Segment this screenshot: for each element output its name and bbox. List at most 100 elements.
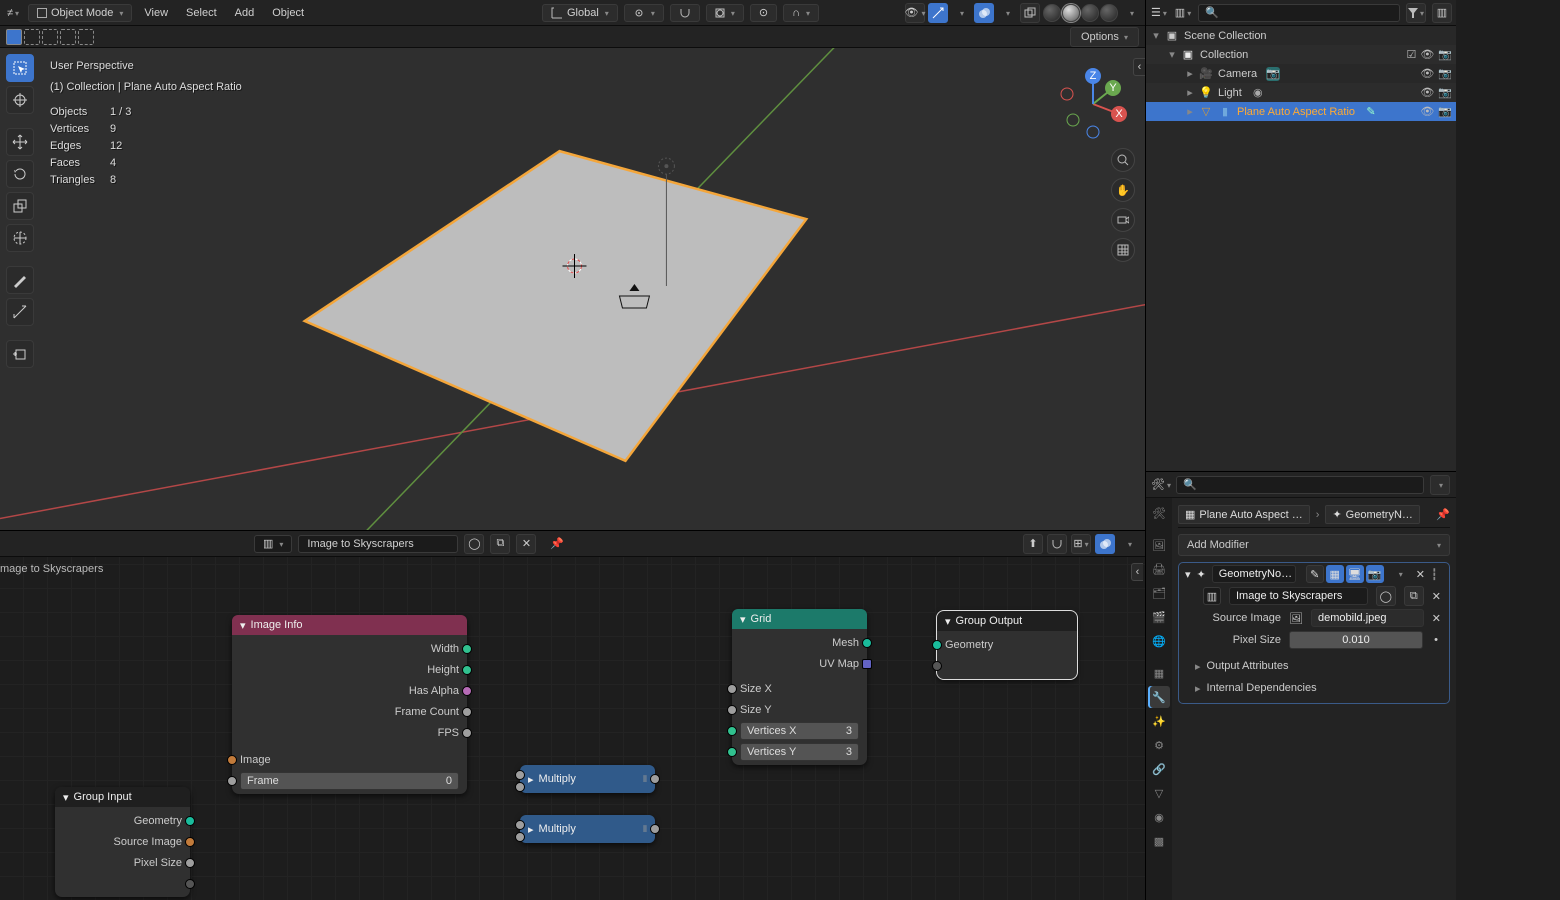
add-modifier-button[interactable]: Add Modifier (1178, 534, 1450, 556)
pixel-size-field[interactable]: 0.010 (1289, 631, 1423, 649)
tool-transform[interactable] (6, 224, 34, 252)
node-multiply-1[interactable]: ▸Multiply ⦀ (520, 765, 655, 793)
gizmo-toggle-icon[interactable] (928, 3, 948, 23)
tab-object[interactable]: ▦ (1148, 662, 1170, 684)
render-icon[interactable]: 📷 (1438, 105, 1452, 118)
unlink-icon[interactable]: ✕ (1432, 590, 1441, 603)
tab-physics[interactable]: ⚙ (1148, 734, 1170, 756)
menu-select[interactable]: Select (180, 7, 223, 19)
shade-rendered-icon[interactable] (1100, 4, 1118, 22)
node-overlays-icon[interactable] (1095, 534, 1115, 554)
node-multiply-2[interactable]: ▸Multiply ⦀ (520, 815, 655, 843)
tab-render[interactable]: 🖼 (1148, 534, 1170, 556)
editor-type-properties-icon[interactable]: 🛠 (1152, 476, 1170, 494)
3d-viewport[interactable]: User Perspective (1) Collection | Plane … (0, 48, 1145, 530)
shade-matprev-icon[interactable] (1081, 4, 1099, 22)
ol-plane[interactable]: ▸▽ ▮ Plane Auto Aspect Ratio ✎ 👁📷 (1146, 102, 1456, 121)
snap-toggle[interactable] (670, 4, 700, 22)
proportional-edit[interactable]: ⊙ (750, 4, 777, 22)
light-data-icon[interactable]: ◉ (1251, 86, 1265, 100)
eye-icon[interactable]: 👁 (1420, 86, 1434, 99)
camera-view-icon[interactable] (1111, 208, 1135, 232)
select-invert-btn[interactable] (42, 29, 58, 45)
ol-camera[interactable]: ▸🎥 Camera 📷 👁📷 (1146, 64, 1456, 83)
nav-gizmo[interactable]: X Y Z (1053, 64, 1133, 144)
shade-solid-icon[interactable] (1062, 4, 1080, 22)
source-image-field[interactable]: demobild.jpeg (1311, 609, 1424, 627)
outliner-search[interactable]: 🔍 (1198, 4, 1400, 22)
tab-modifiers[interactable]: 🔧 (1148, 686, 1170, 708)
overlays-menu-icon[interactable] (997, 3, 1017, 23)
menu-view[interactable]: View (138, 7, 174, 19)
node-parent-icon[interactable]: ⬆ (1023, 534, 1043, 554)
exclude-checkbox[interactable]: ☑ (1406, 48, 1416, 61)
shade-wire-icon[interactable] (1043, 4, 1061, 22)
nodegroup-picker[interactable]: ▥ (254, 535, 292, 553)
gn-data-icon[interactable]: ✎ (1364, 105, 1378, 119)
unlink-nodegroup-icon[interactable]: ✕ (516, 534, 536, 554)
editor-type-3dview-icon[interactable]: ≠ (4, 4, 22, 22)
tab-material[interactable]: ◉ (1148, 806, 1170, 828)
fake-user-icon[interactable]: ◯ (1376, 586, 1396, 606)
render-icon[interactable]: 📷 (1438, 67, 1452, 80)
transform-orientation[interactable]: Global (542, 4, 618, 22)
tab-particles[interactable]: ✨ (1148, 710, 1170, 732)
eye-icon[interactable]: 👁 (1420, 67, 1434, 80)
props-options-icon[interactable] (1430, 475, 1450, 495)
visibility-menu-icon[interactable]: 👁 (905, 3, 925, 23)
render-icon[interactable]: 📷 (1438, 86, 1452, 99)
zoom-icon[interactable] (1111, 148, 1135, 172)
outliner-newcol-icon[interactable]: ▥ (1432, 3, 1452, 23)
tool-scale[interactable] (6, 192, 34, 220)
tool-annotate[interactable] (6, 266, 34, 294)
output-attributes-section[interactable]: Output Attributes (1179, 655, 1449, 677)
frame-input[interactable]: Frame0 (240, 772, 459, 790)
node-snap-icon[interactable] (1047, 534, 1067, 554)
overlays-toggle-icon[interactable] (974, 3, 994, 23)
tool-measure[interactable] (6, 298, 34, 326)
dup-icon[interactable]: ⧉ (1404, 586, 1424, 606)
crumb-object[interactable]: ▦Plane Auto Aspect … (1178, 505, 1310, 524)
camera-data-icon[interactable]: 📷 (1266, 67, 1280, 81)
modifier-name-field[interactable]: GeometryNo… (1212, 565, 1296, 583)
node-image-info[interactable]: ▾Image Info Width Height Has Alpha Frame… (232, 615, 467, 794)
crumb-modifier[interactable]: ✦GeometryN… (1325, 505, 1419, 524)
tab-output[interactable]: 🖨 (1148, 558, 1170, 580)
eye-icon[interactable]: 👁 (1420, 48, 1434, 61)
menu-add[interactable]: Add (229, 7, 261, 19)
pin-icon[interactable]: 📌 (550, 537, 564, 550)
tab-world[interactable]: 🌐 (1148, 630, 1170, 652)
outliner-display-mode[interactable]: ▥ (1174, 4, 1192, 22)
select-subtract-btn[interactable] (78, 29, 94, 45)
outliner-tree[interactable]: ▾▣ Scene Collection ▾▣ Collection ☑👁📷 ▸🎥… (1146, 26, 1456, 471)
xray-icon[interactable] (1020, 3, 1040, 23)
select-all-btn[interactable] (6, 29, 22, 45)
editor-type-outliner-icon[interactable]: ☰ (1150, 4, 1168, 22)
render-icon[interactable]: 📷 (1438, 48, 1452, 61)
nodegroup-picker-icon[interactable]: ▥ (1203, 587, 1221, 605)
node-snap-menu[interactable]: ⊞ (1071, 534, 1091, 554)
selected-plane[interactable] (305, 151, 807, 461)
select-none-btn[interactable] (24, 29, 40, 45)
image-picker-icon[interactable]: 🖼 (1289, 611, 1303, 625)
node-grid[interactable]: ▾Grid Mesh UV Map Size X Size Y Vertices… (732, 609, 867, 765)
n-panel-toggle[interactable]: ‹ (1133, 58, 1145, 76)
outliner-filter-icon[interactable] (1406, 3, 1426, 23)
menu-object[interactable]: Object (266, 7, 310, 19)
nodegroup-name[interactable]: Image to Skyscrapers (298, 535, 458, 553)
clear-image-icon[interactable]: ✕ (1432, 612, 1441, 625)
properties-search[interactable]: 🔍 (1176, 476, 1424, 494)
tab-data[interactable]: ▽ (1148, 782, 1170, 804)
grid-verty[interactable]: Vertices Y3 (740, 743, 859, 761)
mode-selector[interactable]: Object Mode (28, 4, 132, 22)
node-overlays-menu[interactable] (1119, 534, 1139, 554)
ol-collection[interactable]: ▾▣ Collection ☑👁📷 (1146, 45, 1456, 64)
shading-mode[interactable] (1043, 4, 1118, 22)
mod-edit-icon[interactable]: ✎ (1306, 565, 1324, 583)
tool-add-primitive[interactable] (6, 340, 34, 368)
persp-ortho-icon[interactable] (1111, 238, 1135, 262)
duplicate-nodegroup-icon[interactable]: ⧉ (490, 534, 510, 554)
select-intersect-btn[interactable] (60, 29, 76, 45)
attr-toggle-icon[interactable]: • (1431, 634, 1441, 646)
node-group-input[interactable]: ▾Group Input Geometry Source Image Pixel… (55, 787, 190, 897)
